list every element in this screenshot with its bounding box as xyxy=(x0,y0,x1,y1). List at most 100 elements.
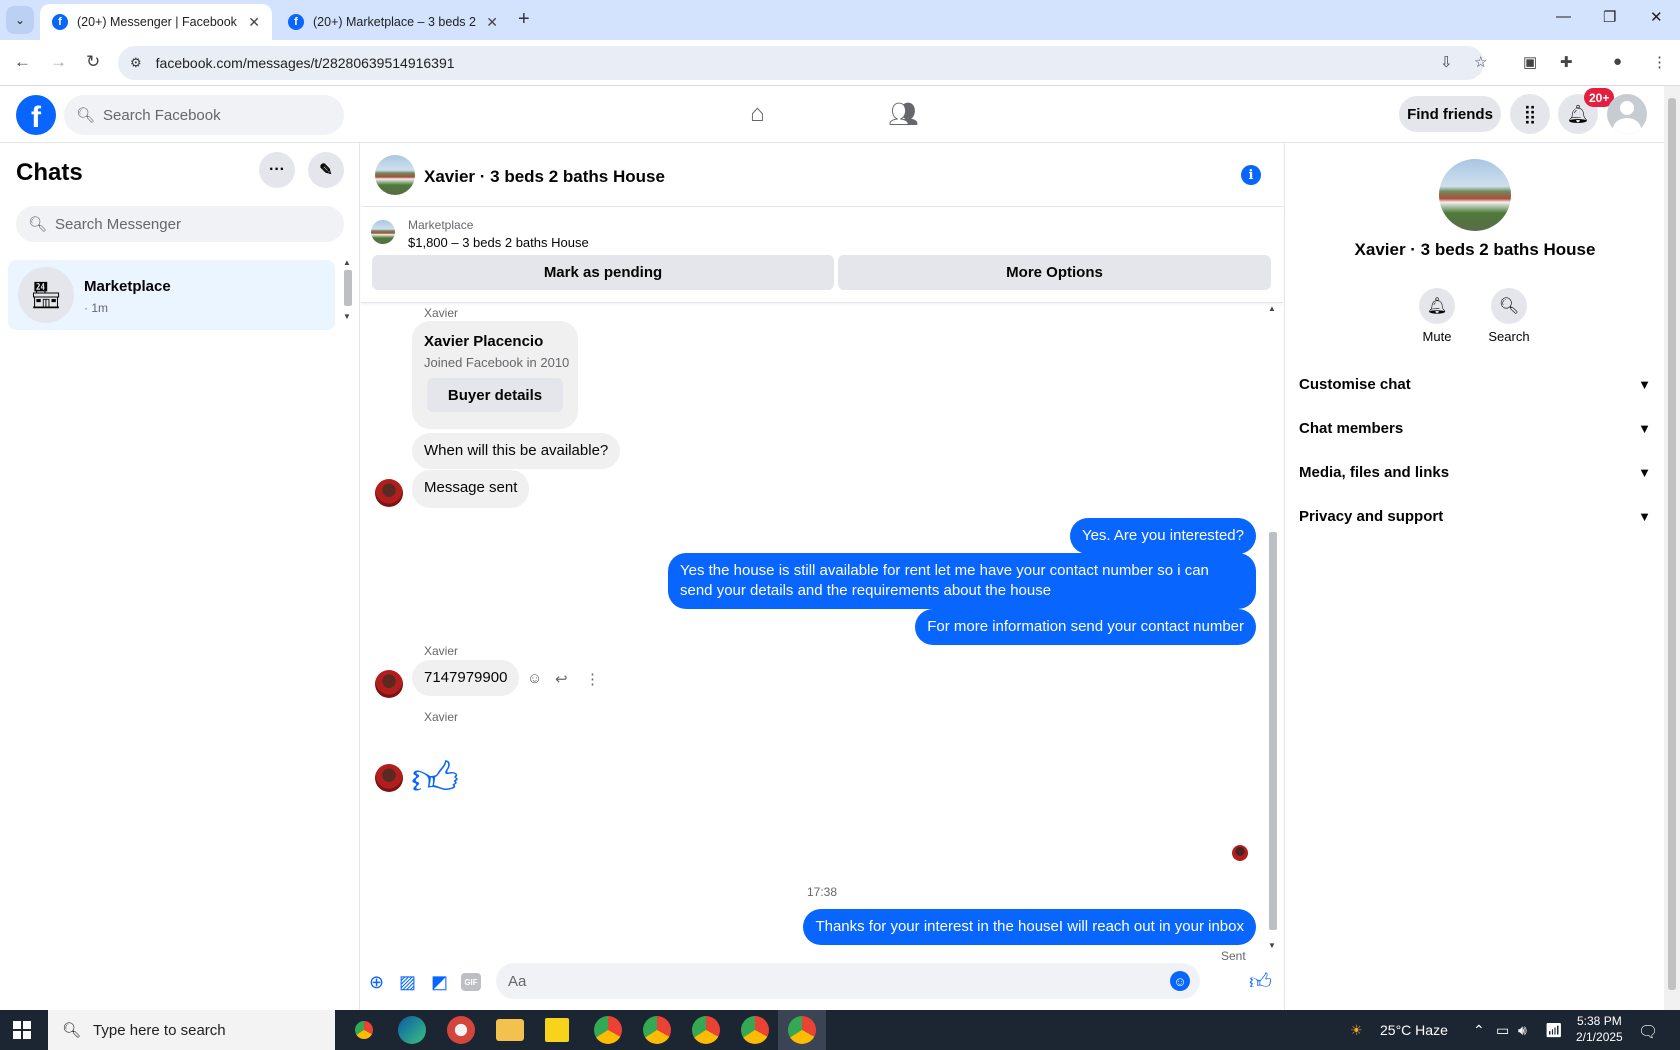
chrome-app-icon[interactable] xyxy=(643,1016,671,1044)
meet-now-icon[interactable]: ▭ xyxy=(1496,1022,1509,1039)
chat-list-item[interactable]: 🏪︎ Marketplace · 1m xyxy=(8,260,335,330)
page-scrollbar[interactable] xyxy=(1664,86,1680,1010)
reload-icon[interactable]: ↻ xyxy=(86,52,100,72)
page-scroll-thumb[interactable] xyxy=(1668,98,1676,990)
new-tab-button[interactable]: + xyxy=(518,8,530,31)
buyer-avatar[interactable] xyxy=(375,479,403,507)
volume-icon[interactable]: 🔊︎ xyxy=(1518,1022,1527,1039)
extensions-puzzle-icon[interactable]: ✚ xyxy=(1560,53,1573,71)
install-app-icon[interactable]: ⇩ xyxy=(1440,53,1453,71)
network-icon[interactable]: 📶︎ xyxy=(1545,1022,1563,1039)
profile-icon[interactable]: ● xyxy=(1613,53,1622,70)
taskbar-search-input[interactable]: 🔍︎ Type here to search xyxy=(48,1010,335,1050)
windows-taskbar: 🔍︎ Type here to search ☀ 25°C Haze ⌃ ▭ 🔊… xyxy=(0,1010,1680,1050)
bookmark-star-icon[interactable]: ☆ xyxy=(1474,53,1487,71)
sticky-notes-icon[interactable] xyxy=(545,1018,569,1042)
edge-app-icon[interactable] xyxy=(398,1016,426,1044)
attach-photo-icon[interactable]: ▨ xyxy=(399,972,416,993)
listing-photo[interactable] xyxy=(375,155,415,195)
chevron-up-icon[interactable]: ⌃ xyxy=(1473,1022,1485,1039)
windows-start-icon[interactable] xyxy=(13,1021,31,1039)
buyer-details-button[interactable]: Buyer details xyxy=(427,378,563,412)
message-bubble-outgoing[interactable]: Thanks for your interest in the houseI w… xyxy=(803,909,1256,945)
mute-action[interactable]: 🔔︎ Mute xyxy=(1407,288,1467,344)
chrome-app-icon[interactable] xyxy=(788,1016,816,1044)
sticker-icon[interactable]: ◩ xyxy=(431,972,448,993)
restore-button[interactable]: ❐ xyxy=(1603,8,1616,26)
chat-list-scrollbar[interactable]: ▲ ▼ xyxy=(342,258,354,321)
scroll-up-arrow-icon[interactable]: ▲ xyxy=(1268,304,1276,313)
chrome-app-icon[interactable] xyxy=(594,1016,622,1044)
message-input[interactable]: Aa xyxy=(496,963,1200,999)
message-bubble-incoming[interactable]: When will this be available? xyxy=(412,433,621,469)
message-bubble-outgoing[interactable]: Yes. Are you interested? xyxy=(1069,518,1256,554)
menu-grid-icon[interactable]: ⣿ xyxy=(1510,94,1550,134)
notifications-center-icon[interactable]: 🗨︎ xyxy=(1638,1022,1658,1042)
tab-messenger[interactable]: f (20+) Messenger | Facebook ✕ xyxy=(40,4,272,40)
weather-text[interactable]: 25°C Haze xyxy=(1380,1022,1448,1038)
emoji-icon[interactable]: ☺ xyxy=(1170,971,1190,991)
listing-summary[interactable]: $1,800 – 3 beds 2 baths House xyxy=(408,235,589,250)
mark-as-pending-button[interactable]: Mark as pending xyxy=(372,255,834,290)
scroll-down-arrow-icon[interactable]: ▼ xyxy=(1268,941,1276,950)
facebook-logo-icon[interactable]: f xyxy=(16,95,56,135)
scroll-thumb[interactable] xyxy=(1269,532,1277,930)
scroll-up-arrow-icon[interactable]: ▲ xyxy=(343,258,351,267)
url-field[interactable]: ⚙ facebook.com/messages/t/28280639514916… xyxy=(118,46,1484,80)
site-info-icon[interactable]: ⚙ xyxy=(130,55,142,71)
search-action[interactable]: 🔍︎ Search xyxy=(1479,288,1539,344)
scroll-down-arrow-icon[interactable]: ▼ xyxy=(343,312,351,321)
listing-photo-large[interactable] xyxy=(1439,159,1511,231)
forward-arrow-icon[interactable]: → xyxy=(50,52,67,72)
taskbar-clock[interactable]: 5:38 PM 2/1/2025 xyxy=(1576,1013,1623,1045)
facebook-search-input[interactable]: 🔍︎ Search Facebook xyxy=(64,95,344,135)
buyer-avatar[interactable] xyxy=(375,670,403,698)
privacy-support-section[interactable]: Privacy and support ▼ xyxy=(1299,496,1651,536)
find-friends-button[interactable]: Find friends xyxy=(1399,96,1501,132)
browser-menu-icon[interactable]: ⋮ xyxy=(1652,53,1667,71)
scroll-thumb[interactable] xyxy=(344,270,352,306)
chat-members-section[interactable]: Chat members ▼ xyxy=(1299,408,1651,448)
back-arrow-icon[interactable]: ← xyxy=(14,52,31,72)
close-tab-icon[interactable]: ✕ xyxy=(248,14,260,31)
media-files-links-section[interactable]: Media, files and links ▼ xyxy=(1299,452,1651,492)
send-like-icon[interactable]: 👍︎ xyxy=(1249,968,1272,995)
conversation-title[interactable]: Xavier · 3 beds 2 baths House xyxy=(424,167,665,187)
weather-icon[interactable]: ☀ xyxy=(1350,1022,1363,1039)
add-plus-icon[interactable]: ⊕ xyxy=(369,972,384,993)
file-explorer-icon[interactable] xyxy=(496,1019,524,1041)
listing-thumbnail[interactable] xyxy=(371,220,395,244)
chrome-app-icon[interactable] xyxy=(350,1016,378,1044)
message-bubble-outgoing[interactable]: For more information send your contact n… xyxy=(915,609,1256,645)
messenger-search-input[interactable]: 🔍︎ Search Messenger xyxy=(16,206,344,242)
facebook-favicon-icon: f xyxy=(288,14,304,30)
chrome-app-icon[interactable] xyxy=(741,1016,769,1044)
window-close-button[interactable]: ✕ xyxy=(1650,8,1663,26)
chat-options-button[interactable]: ··· xyxy=(259,152,295,188)
search-icon: 🔍︎ xyxy=(62,1022,82,1039)
chrome-app-icon[interactable] xyxy=(692,1016,720,1044)
gif-icon[interactable]: GIF xyxy=(461,973,481,991)
new-message-button[interactable]: ✎ xyxy=(308,152,344,188)
message-bubble-outgoing[interactable]: Yes the house is still available for ren… xyxy=(668,553,1256,609)
home-icon[interactable]: ⌂ xyxy=(750,100,765,128)
paint-app-icon[interactable] xyxy=(447,1016,475,1044)
friends-icon[interactable]: 👥︎ xyxy=(888,100,918,129)
minimize-button[interactable]: — xyxy=(1556,8,1571,25)
customise-chat-section[interactable]: Customise chat ▼ xyxy=(1299,364,1651,404)
close-tab-icon[interactable]: ✕ xyxy=(486,14,498,31)
info-icon[interactable]: i xyxy=(1241,165,1261,185)
tab-search-dropdown[interactable]: ⌄ xyxy=(6,6,34,34)
more-options-button[interactable]: More Options xyxy=(838,255,1271,290)
message-bubble-incoming[interactable]: Message sent xyxy=(412,470,530,508)
buyer-avatar[interactable] xyxy=(375,764,403,792)
message-bubble-incoming[interactable]: 7147979900 xyxy=(412,660,520,696)
account-avatar[interactable] xyxy=(1607,94,1647,134)
react-emoji-icon[interactable]: ☺ xyxy=(527,670,542,687)
tab-marketplace[interactable]: f (20+) Marketplace – 3 beds 2 b ✕ xyxy=(276,4,510,40)
thumbs-up-sticker-icon[interactable]: 👍︎ xyxy=(411,753,459,803)
extension-app-icon[interactable]: ▣ xyxy=(1523,53,1537,71)
message-scrollbar[interactable]: ▲ ▼ xyxy=(1267,304,1279,954)
more-actions-icon[interactable]: ⋮ xyxy=(585,670,600,688)
reply-icon[interactable]: ↩ xyxy=(555,670,568,688)
